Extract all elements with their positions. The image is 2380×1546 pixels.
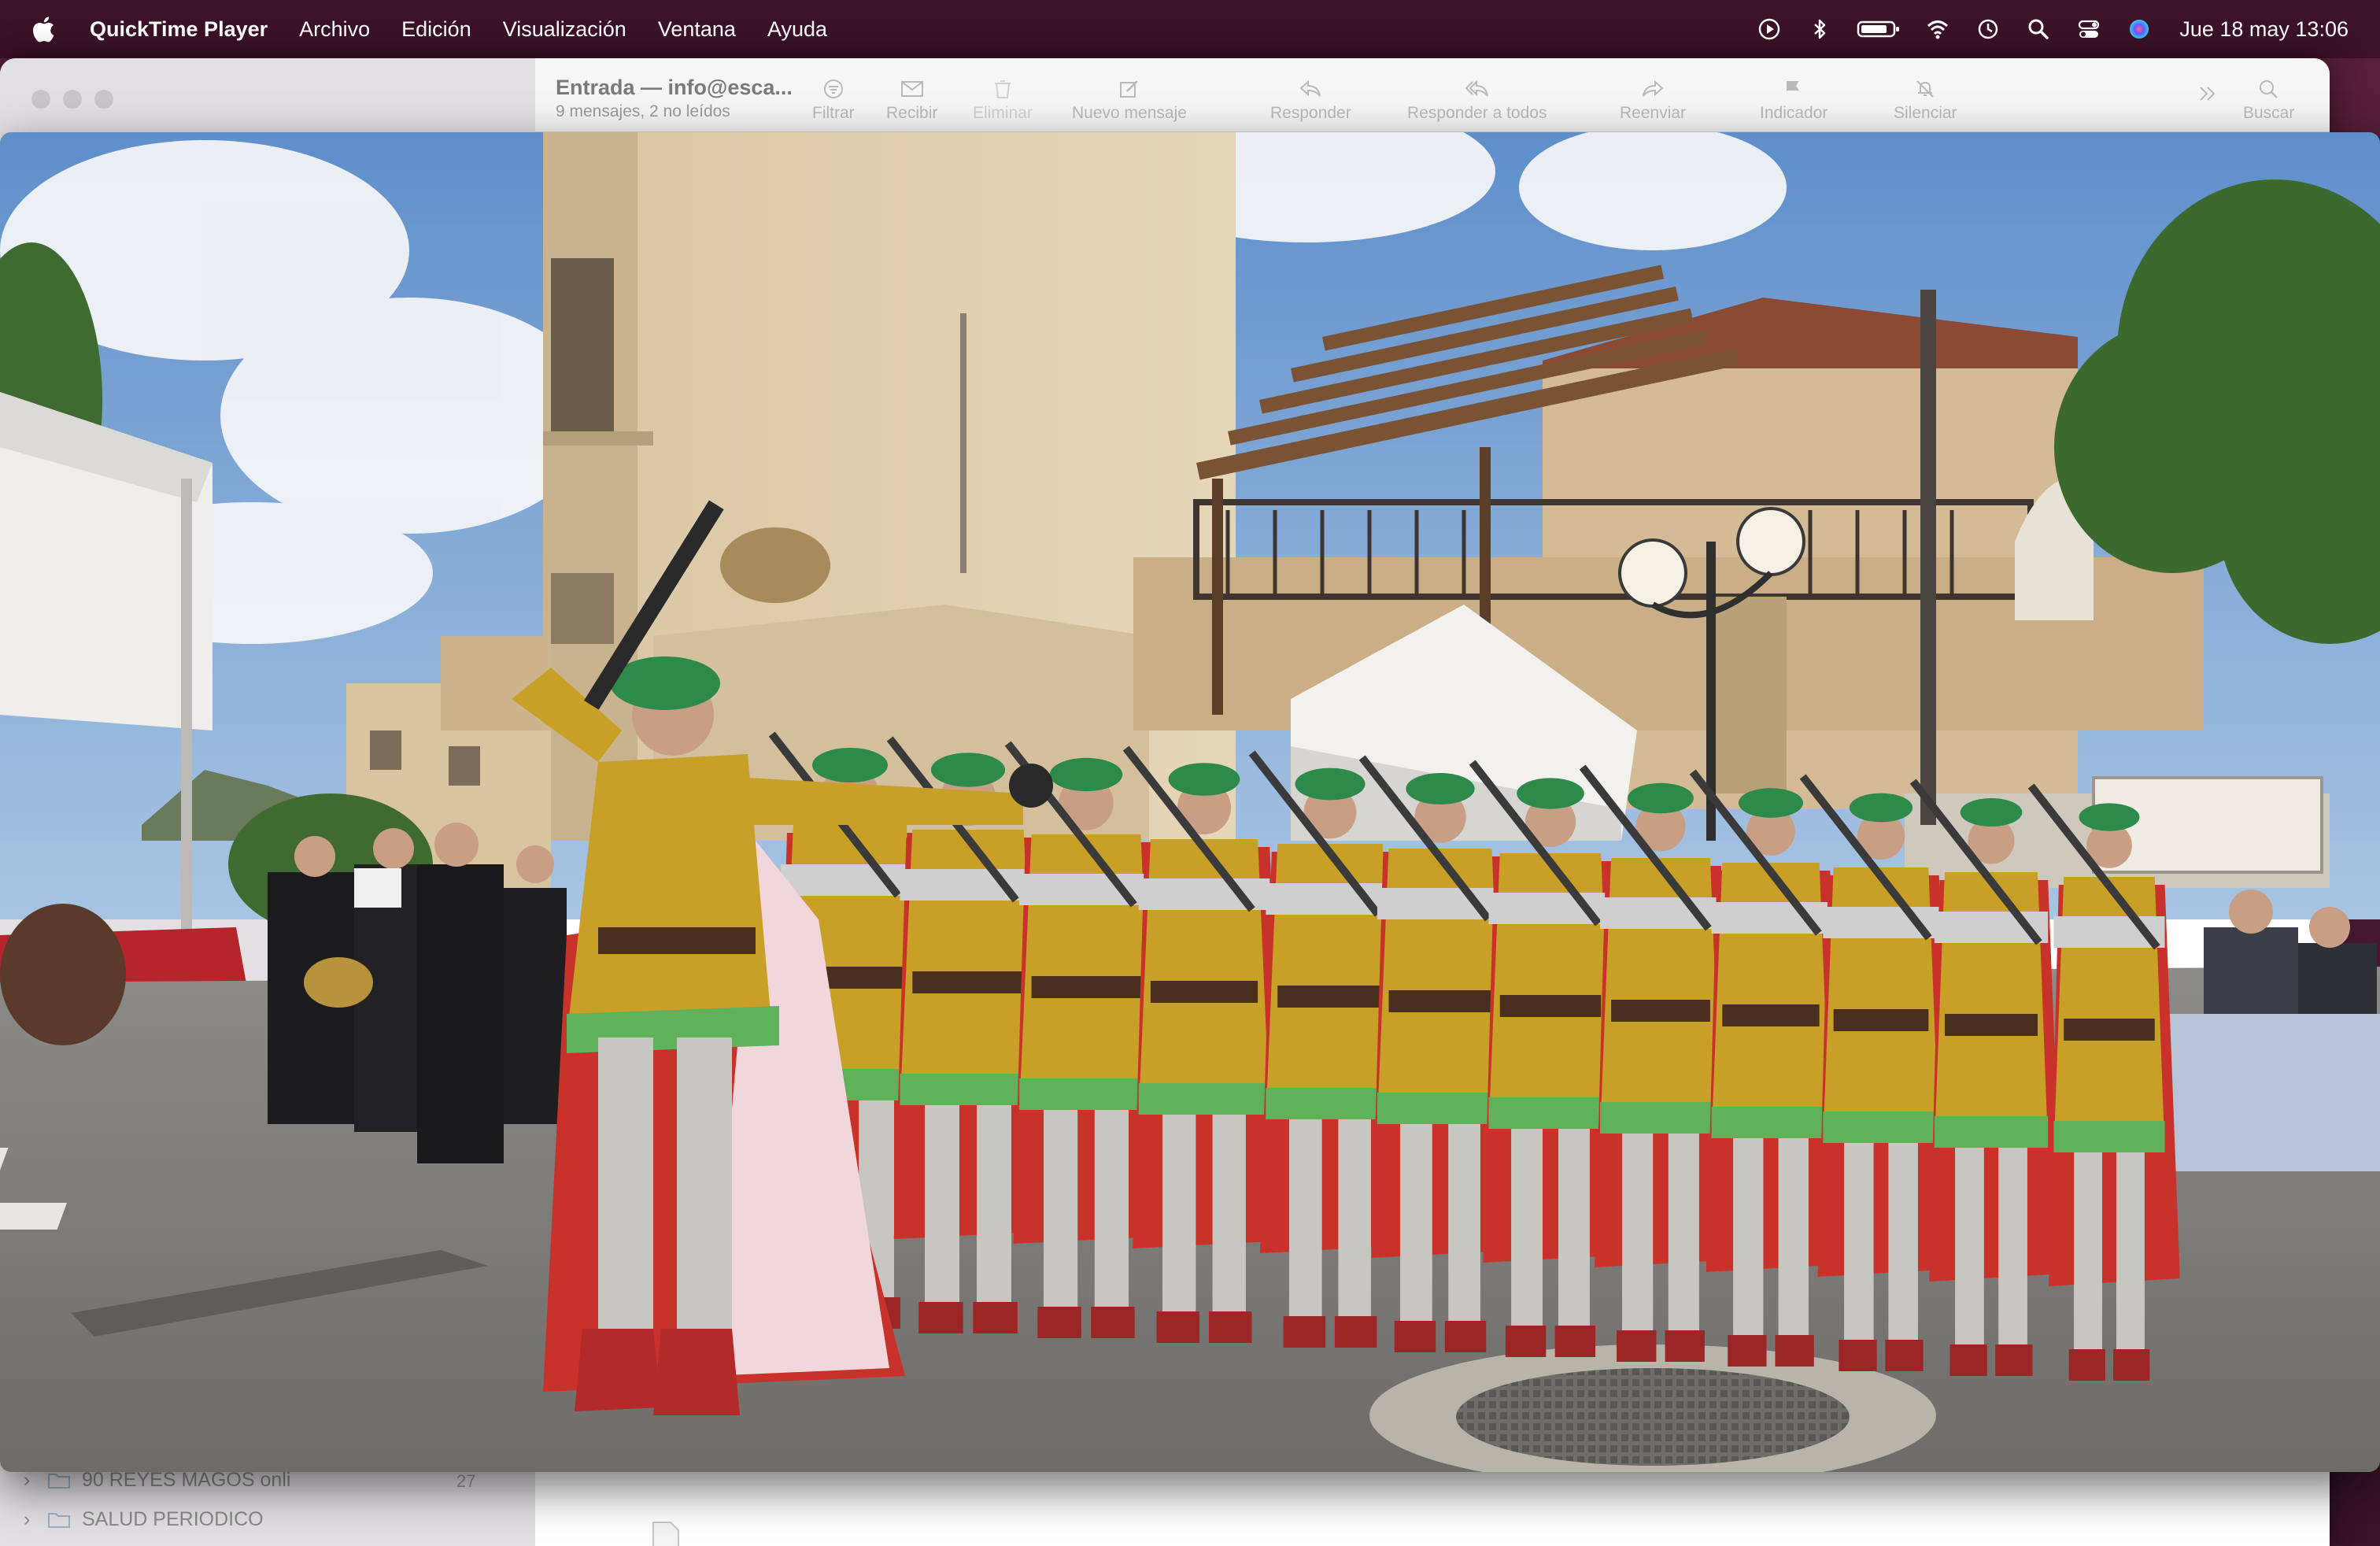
chevron-right-icon[interactable]: › [24,1508,36,1531]
reply-button[interactable]: Responder [1270,79,1351,123]
app-menu-quicktime[interactable]: QuickTime Player [90,17,268,42]
document-icon [645,1519,685,1546]
battery-icon[interactable] [1857,16,1901,43]
spotlight-icon[interactable] [2025,16,2052,43]
compose-icon [1118,79,1141,99]
folder-icon [47,1471,71,1490]
folder-icon [47,1511,71,1529]
window-controls [31,90,126,109]
menu-ventana[interactable]: Ventana [658,17,736,42]
menu-ayuda[interactable]: Ayuda [767,17,827,42]
filter-icon [822,79,845,99]
chevron-double-right-icon [2196,83,2219,104]
zoom-window-button[interactable] [94,90,113,109]
utility-pole [1920,290,1936,825]
forward-button[interactable]: Reenviar [1620,79,1686,123]
menu-visualizacion[interactable]: Visualización [503,17,626,42]
bell-slash-icon [1913,79,1937,99]
manhole-cover [1456,1368,1850,1466]
sidebar-folder-reyes-magos[interactable]: › 90 REYES MAGOS onli [24,1469,290,1492]
menu-edicion[interactable]: Edición [401,17,471,42]
mailbox-subtitle: 9 mensajes, 2 no leídos [556,102,730,120]
menu-bar-clock[interactable]: Jue 18 may 13:06 [2179,17,2349,42]
sidebar-folder-salud-periodico[interactable]: › SALUD PERIODICO [24,1508,264,1531]
close-window-button[interactable] [31,90,50,109]
video-frame[interactable] [0,132,2380,1472]
siri-icon[interactable] [2126,16,2153,43]
folder-count-badge: 27 [456,1471,476,1491]
forward-icon [1641,79,1665,99]
flag-icon [1782,79,1805,99]
quicktime-video-window[interactable] [0,132,2380,1472]
reply-all-button[interactable]: Responder a todos [1407,79,1547,123]
folder-label: 90 REYES MAGOS onli [82,1469,291,1491]
minimize-window-button[interactable] [63,90,82,109]
mail-toolbar: Entrada — info@esca... 9 mensajes, 2 no … [535,58,2330,132]
control-center-icon[interactable] [2075,16,2102,43]
search-button[interactable]: Buscar [2243,79,2294,123]
menu-archivo[interactable]: Archivo [299,17,370,42]
reply-all-icon [1465,79,1489,99]
play-circle-icon[interactable] [1756,16,1783,43]
wifi-icon[interactable] [1924,16,1951,43]
bluetooth-icon[interactable] [1806,16,1833,43]
mailbox-title: Entrada — info@esca... [556,76,793,99]
chevron-right-icon[interactable]: › [24,1469,36,1492]
apple-menu-icon[interactable] [31,16,55,43]
mute-button[interactable]: Silenciar [1894,79,1957,123]
reply-icon [1299,79,1322,99]
receive-button[interactable]: Recibir [886,79,937,123]
envelope-icon [900,79,924,99]
spectators-right [2164,890,2380,1171]
time-machine-icon[interactable] [1975,16,2001,43]
trash-icon [991,79,1014,99]
menu-bar: QuickTime Player Archivo Edición Visuali… [0,0,2380,58]
flag-button[interactable]: Indicador [1760,79,1828,123]
delete-button[interactable]: Eliminar [973,79,1033,123]
folder-label: SALUD PERIODICO [82,1508,264,1530]
more-toolbar-button[interactable] [2196,83,2219,109]
filter-button[interactable]: Filtrar [812,79,855,123]
search-icon [2257,79,2281,99]
new-message-button[interactable]: Nuevo mensaje [1072,79,1187,123]
